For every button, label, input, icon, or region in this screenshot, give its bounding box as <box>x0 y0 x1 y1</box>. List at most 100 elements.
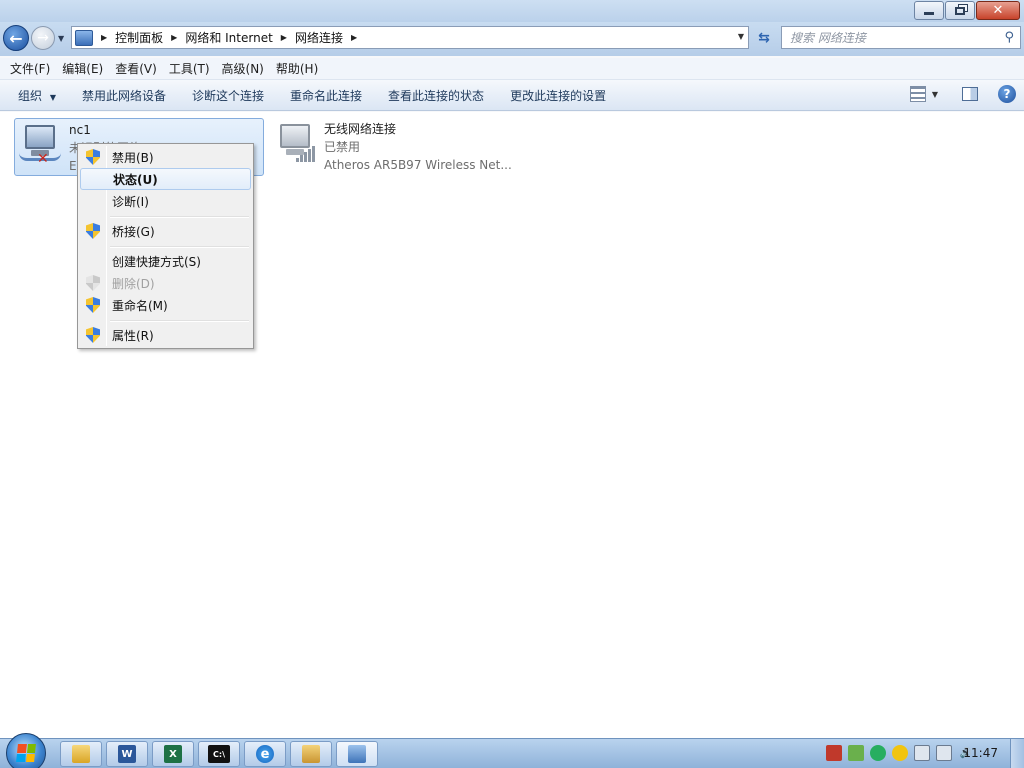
menu-item-disable[interactable]: 禁用(B) <box>80 146 251 168</box>
help-icon[interactable]: ? <box>998 85 1016 103</box>
change-settings-button[interactable]: 更改此连接的设置 <box>502 87 614 104</box>
explorer-icon <box>72 745 90 763</box>
context-menu: 禁用(B) 状态(U) 诊断(I) 桥接(G) 创建快捷方式(S) 删除(D) … <box>77 143 254 349</box>
control-panel-icon <box>75 29 93 46</box>
back-arrow-icon: ← <box>9 28 23 48</box>
uac-shield-icon <box>86 149 100 165</box>
rename-connection-button[interactable]: 重命名此连接 <box>282 87 370 104</box>
preview-pane-icon[interactable] <box>962 87 978 101</box>
signal-strength-icon <box>296 146 315 162</box>
wired-network-icon: ✕ <box>19 123 61 167</box>
menu-bar: 文件(F) 编辑(E) 查看(V) 工具(T) 高级(N) 帮助(H) <box>0 58 1024 80</box>
start-button[interactable] <box>6 733 46 768</box>
breadcrumb-network-internet[interactable]: 网络和 Internet <box>185 29 272 46</box>
view-status-button[interactable]: 查看此连接的状态 <box>380 87 492 104</box>
word-icon: W <box>118 745 136 763</box>
command-bar: 组织 ▼ 禁用此网络设备 诊断这个连接 重命名此连接 查看此连接的状态 更改此连… <box>0 80 1024 111</box>
menu-item-bridge[interactable]: 桥接(G) <box>80 220 251 242</box>
diagnose-connection-button[interactable]: 诊断这个连接 <box>184 87 272 104</box>
breadcrumb-arrow-icon[interactable]: ▶ <box>171 33 177 42</box>
uac-shield-icon <box>86 327 100 343</box>
excel-icon: X <box>164 745 182 763</box>
menu-separator <box>110 320 249 322</box>
refresh-icon: ⇆ <box>758 29 770 46</box>
change-view-icon[interactable] <box>909 86 926 102</box>
menu-advanced[interactable]: 高级(N) <box>216 60 270 77</box>
system-tray: 🔊 <box>826 745 974 761</box>
maximize-button[interactable] <box>945 1 975 20</box>
breadcrumb-control-panel[interactable]: 控制面板 <box>115 29 163 46</box>
chevron-down-icon: ▼ <box>49 92 56 102</box>
taskbar-word[interactable]: W <box>106 741 148 767</box>
menu-help[interactable]: 帮助(H) <box>270 60 324 77</box>
back-button[interactable]: ← <box>3 25 29 51</box>
taskbar-package[interactable] <box>290 741 332 767</box>
battery-tray-icon[interactable] <box>848 745 864 761</box>
menu-view[interactable]: 查看(V) <box>109 60 163 77</box>
close-icon: ✕ <box>992 3 1004 18</box>
menu-item-properties[interactable]: 属性(R) <box>80 324 251 346</box>
ie-icon: e <box>256 745 274 763</box>
menu-tools[interactable]: 工具(T) <box>163 60 216 77</box>
menu-item-create-shortcut[interactable]: 创建快捷方式(S) <box>80 250 251 272</box>
uac-shield-icon <box>86 223 100 239</box>
network-tray-icon[interactable] <box>936 745 952 761</box>
menu-separator <box>110 216 249 218</box>
close-button[interactable]: ✕ <box>976 1 1020 20</box>
security-tray-icon[interactable] <box>826 745 842 761</box>
disconnected-icon: ✕ <box>37 151 49 167</box>
forward-arrow-icon: → <box>37 30 49 46</box>
navigation-bar: ← → ▼ ▶ 控制面板 ▶ 网络和 Internet ▶ 网络连接 ▶ ▼ ⇆… <box>0 22 1024 56</box>
organize-button[interactable]: 组织 ▼ <box>10 87 64 104</box>
address-history-dropdown[interactable]: ▼ <box>738 32 744 41</box>
minimize-button[interactable] <box>914 1 944 20</box>
uac-shield-icon <box>86 275 100 291</box>
menu-item-delete: 删除(D) <box>80 272 251 294</box>
connection-name: nc1 <box>69 123 91 137</box>
disable-device-button[interactable]: 禁用此网络设备 <box>74 87 174 104</box>
connection-name: 无线网络连接 <box>324 122 397 136</box>
menu-item-status[interactable]: 状态(U) <box>80 168 251 190</box>
menu-item-rename[interactable]: 重命名(M) <box>80 294 251 316</box>
search-input[interactable]: 搜索 网络连接 ⚲ <box>781 26 1021 49</box>
uac-shield-icon <box>86 297 100 313</box>
menu-edit[interactable]: 编辑(E) <box>56 60 109 77</box>
title-bar: ✕ <box>0 0 1024 24</box>
breadcrumb-arrow-icon[interactable]: ▶ <box>101 33 107 42</box>
forward-button[interactable]: → <box>31 26 55 50</box>
recent-pages-dropdown[interactable]: ▼ <box>58 34 64 43</box>
package-icon <box>302 745 320 763</box>
organize-label: 组织 <box>18 88 43 103</box>
breadcrumb-network-connections[interactable]: 网络连接 <box>295 29 343 46</box>
address-bar[interactable]: ▶ 控制面板 ▶ 网络和 Internet ▶ 网络连接 ▶ ▼ <box>71 26 749 49</box>
connection-item-wireless[interactable]: 无线网络连接 已禁用 Atheros AR5B97 Wireless Net..… <box>270 118 530 176</box>
view-options-dropdown[interactable]: ▼ <box>932 90 938 99</box>
menu-file[interactable]: 文件(F) <box>4 60 56 77</box>
menu-separator <box>110 246 249 248</box>
show-desktop-button[interactable] <box>1010 739 1024 768</box>
refresh-button[interactable]: ⇆ <box>752 26 776 49</box>
restore-icon <box>955 6 965 15</box>
search-icon[interactable]: ⚲ <box>1004 30 1014 45</box>
breadcrumb-arrow-icon[interactable]: ▶ <box>281 33 287 42</box>
security-center-icon[interactable] <box>892 745 908 761</box>
connection-status: 已禁用 <box>324 140 361 154</box>
breadcrumb-arrow-icon[interactable]: ▶ <box>351 33 357 42</box>
connection-device: Atheros AR5B97 Wireless Net... <box>324 158 512 172</box>
taskbar-excel[interactable]: X <box>152 741 194 767</box>
taskbar-ie[interactable]: e <box>244 741 286 767</box>
taskbar: W X C:\ e 🔊 11:47 <box>0 733 1024 768</box>
search-placeholder: 搜索 网络连接 <box>790 31 866 45</box>
wireless-network-icon <box>274 122 316 164</box>
windows-logo-icon <box>16 744 36 762</box>
minimize-icon <box>924 12 934 15</box>
clock[interactable]: 11:47 <box>963 746 998 760</box>
window-controls: ✕ <box>913 1 1020 20</box>
power-tray-icon[interactable] <box>914 745 930 761</box>
menu-item-diagnose[interactable]: 诊断(I) <box>80 190 251 212</box>
taskbar-network-connections[interactable] <box>336 741 378 767</box>
shield-tray-icon[interactable] <box>870 745 886 761</box>
command-bar-right: ▼ ? <box>909 85 1016 103</box>
taskbar-cmd[interactable]: C:\ <box>198 741 240 767</box>
taskbar-explorer[interactable] <box>60 741 102 767</box>
